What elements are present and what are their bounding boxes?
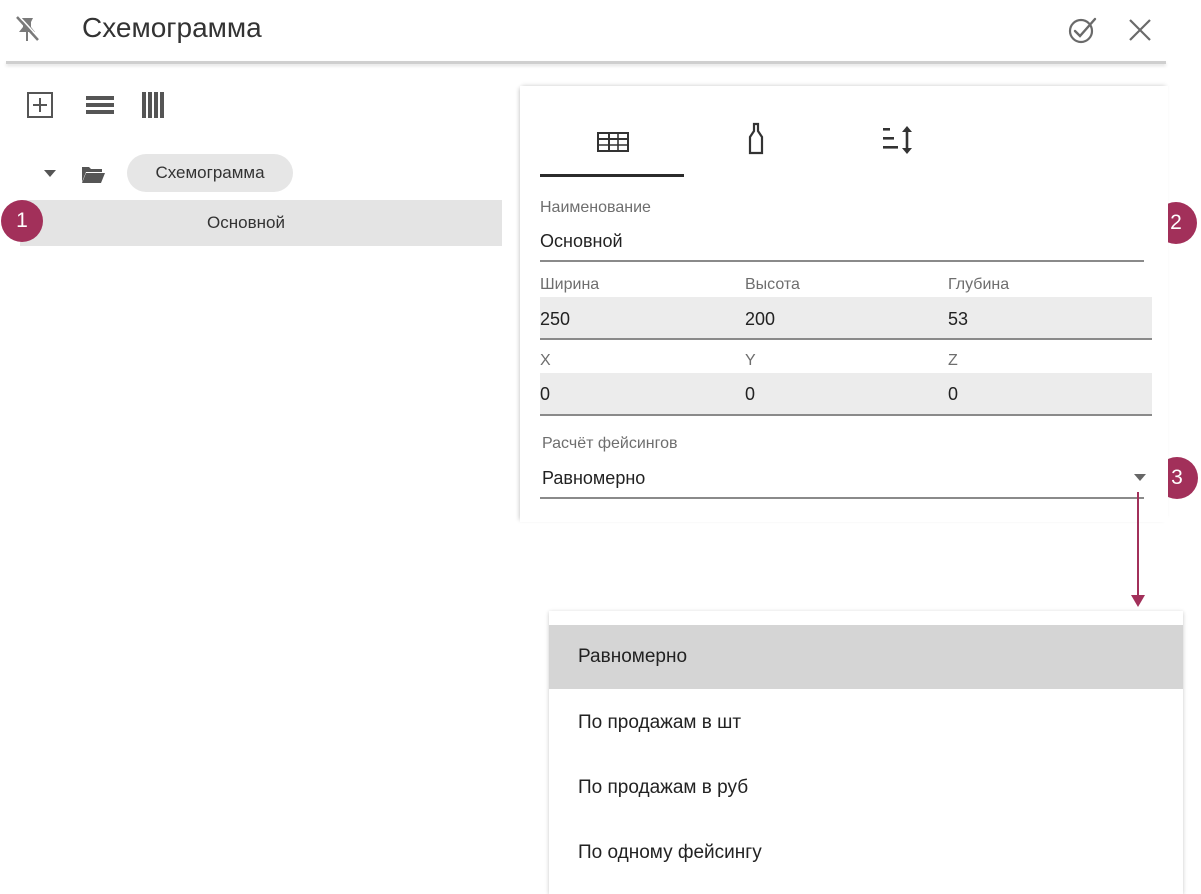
add-box-icon[interactable] <box>24 89 56 121</box>
pin-off-icon[interactable] <box>12 14 42 44</box>
active-tab-indicator <box>540 174 684 177</box>
sort-height-icon[interactable] <box>880 124 918 156</box>
arrow-down-icon <box>1131 595 1145 607</box>
facing-underline <box>540 497 1144 499</box>
y-label: Y <box>745 352 756 369</box>
coordinates-underline <box>540 414 1152 416</box>
facing-select[interactable]: Равномерно <box>540 460 1144 496</box>
y-value: 0 <box>745 384 756 404</box>
width-value: 250 <box>540 309 571 329</box>
close-icon[interactable] <box>1126 16 1154 44</box>
depth-input[interactable]: 53 <box>948 300 1148 336</box>
folder-open-icon <box>82 167 105 183</box>
height-input[interactable]: 200 <box>745 300 940 336</box>
depth-label: Глубина <box>948 276 1010 293</box>
option-one-facing[interactable]: По одному фейсингу <box>549 821 1183 885</box>
name-input[interactable]: Основной <box>540 226 1144 260</box>
z-label: Z <box>948 352 958 369</box>
z-input[interactable]: 0 <box>948 376 1148 412</box>
option-by-sales-units[interactable]: По продажам в шт <box>549 691 1183 755</box>
x-label: X <box>540 352 551 369</box>
name-value: Основной <box>540 231 623 251</box>
facing-label: Расчёт фейсингов <box>542 435 678 452</box>
dialog-header: Схемограмма <box>0 0 1201 64</box>
tree-node-root-label: Схемограмма <box>155 163 265 182</box>
x-value: 0 <box>540 384 551 404</box>
x-input[interactable]: 0 <box>540 376 735 412</box>
name-underline <box>540 260 1144 262</box>
dialog-title: Схемограмма <box>82 12 262 43</box>
height-label: Высота <box>745 276 800 293</box>
option-by-sales-rub[interactable]: По продажам в руб <box>549 756 1183 820</box>
tree-node-label: Основной <box>207 213 285 232</box>
bottle-icon[interactable] <box>747 122 765 156</box>
height-value: 200 <box>745 309 776 329</box>
chevron-down-icon[interactable] <box>42 166 58 180</box>
width-label: Ширина <box>540 276 600 293</box>
list-columns-icon[interactable] <box>138 89 170 121</box>
facing-value: Равномерно <box>542 468 646 488</box>
facing-options-menu: Равномерно По продажам в шт По продажам … <box>549 611 1183 894</box>
callout-badge-1: 1 <box>1 200 43 242</box>
name-label: Наименование <box>540 199 651 216</box>
tree-node-selected[interactable]: Основной <box>20 200 502 246</box>
option-even[interactable]: Равномерно <box>549 625 1183 689</box>
tree-node-root[interactable]: Схемограмма <box>127 154 293 192</box>
depth-value: 53 <box>948 309 969 329</box>
y-input[interactable]: 0 <box>745 376 940 412</box>
width-input[interactable]: 250 <box>540 300 735 336</box>
dimensions-underline <box>540 338 1152 340</box>
z-value: 0 <box>948 384 959 404</box>
header-divider <box>6 61 1166 64</box>
grid-icon[interactable] <box>596 131 630 153</box>
list-rows-icon[interactable] <box>84 89 116 121</box>
callout-connector <box>1137 492 1139 595</box>
check-circle-icon[interactable] <box>1066 14 1098 46</box>
dropdown-arrow-icon[interactable] <box>1133 472 1147 482</box>
